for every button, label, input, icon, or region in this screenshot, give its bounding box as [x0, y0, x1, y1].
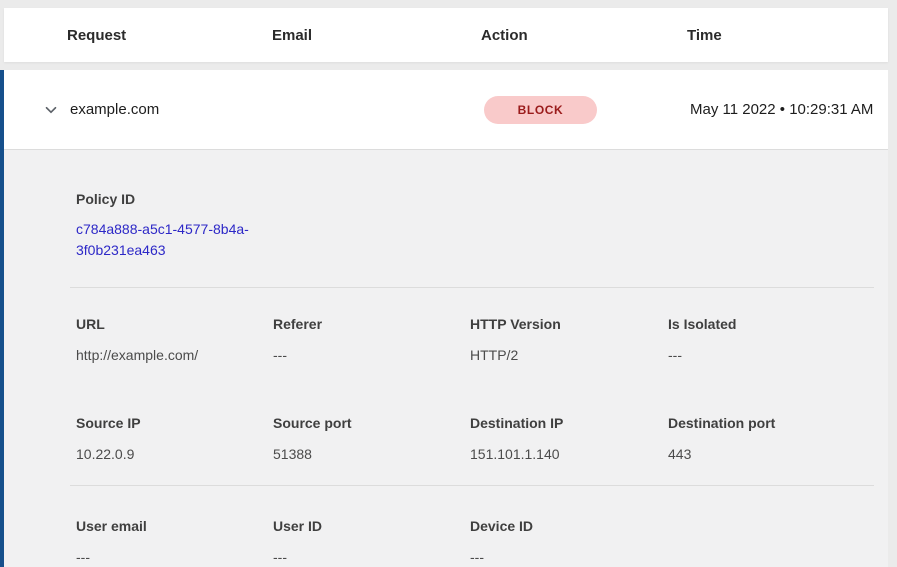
field-label: Is Isolated [668, 316, 888, 333]
field-label: Destination port [668, 415, 888, 432]
field-user-email: User email --- [76, 518, 273, 567]
time-cell: May 11 2022 • 10:29:31 AM [690, 98, 886, 122]
field-value: 443 [668, 444, 888, 465]
column-header-time: Time [687, 27, 888, 44]
detail-section-http: URL http://example.com/ Referer --- HTTP… [4, 316, 888, 366]
field-value: HTTP/2 [470, 345, 668, 366]
field-destination-ip: Destination IP 151.101.1.140 [470, 415, 668, 465]
field-destination-port: Destination port 443 [668, 415, 888, 465]
field-http-version: HTTP Version HTTP/2 [470, 316, 668, 366]
chevron-down-icon[interactable] [42, 101, 60, 119]
column-header-request: Request [67, 27, 272, 44]
field-value: 151.101.1.140 [470, 444, 668, 465]
field-value: --- [273, 547, 470, 567]
field-device-id: Device ID --- [470, 518, 668, 567]
field-label: Source IP [76, 415, 273, 432]
field-value: http://example.com/ [76, 345, 273, 366]
policy-id-block: Policy ID c784a888-a5c1-4577-8b4a-3f0b23… [4, 191, 888, 261]
column-header-email: Email [272, 27, 481, 44]
field-is-isolated: Is Isolated --- [668, 316, 888, 366]
expanded-row-container: example.com BLOCK May 11 2022 • 10:29:31… [0, 70, 888, 567]
field-value: --- [76, 547, 273, 567]
field-label: User ID [273, 518, 470, 535]
field-value: 51388 [273, 444, 470, 465]
field-referer: Referer --- [273, 316, 470, 366]
divider [70, 287, 874, 288]
policy-id-label: Policy ID [76, 191, 888, 208]
row-detail-panel: Policy ID c784a888-a5c1-4577-8b4a-3f0b23… [4, 150, 888, 567]
action-cell: BLOCK [484, 96, 690, 124]
field-label: User email [76, 518, 273, 535]
detail-section-user: User email --- User ID --- Device ID --- [4, 518, 888, 567]
field-url: URL http://example.com/ [76, 316, 273, 366]
field-label: Source port [273, 415, 470, 432]
request-cell: example.com [70, 101, 275, 118]
table-header: Request Email Action Time [4, 8, 888, 62]
field-label: Device ID [470, 518, 668, 535]
field-source-ip: Source IP 10.22.0.9 [76, 415, 273, 465]
field-value: --- [470, 547, 668, 567]
field-value: --- [668, 345, 888, 366]
field-label: URL [76, 316, 273, 333]
detail-section-network: Source IP 10.22.0.9 Source port 51388 De… [4, 415, 888, 465]
field-empty [668, 518, 888, 567]
table-row[interactable]: example.com BLOCK May 11 2022 • 10:29:31… [4, 70, 888, 150]
field-value: 10.22.0.9 [76, 444, 273, 465]
field-label: Destination IP [470, 415, 668, 432]
field-value: --- [273, 345, 470, 366]
block-status-badge: BLOCK [484, 96, 597, 124]
column-header-action: Action [481, 27, 687, 44]
field-label: HTTP Version [470, 316, 668, 333]
field-label: Referer [273, 316, 470, 333]
policy-id-link[interactable]: c784a888-a5c1-4577-8b4a-3f0b231ea463 [76, 219, 278, 261]
field-user-id: User ID --- [273, 518, 470, 567]
field-source-port: Source port 51388 [273, 415, 470, 465]
divider [70, 485, 874, 486]
